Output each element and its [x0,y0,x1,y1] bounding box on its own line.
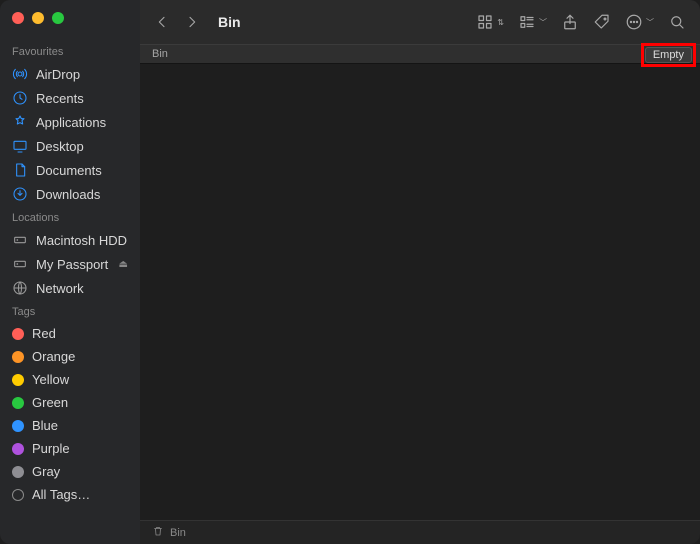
section-tags: Tags [0,300,140,322]
sidebar-item-label: Network [36,281,84,296]
sidebar-item-label: Desktop [36,139,84,154]
close-button[interactable] [12,12,24,24]
sidebar-tag-blue[interactable]: Blue [0,414,140,437]
sidebar-item-applications[interactable]: Applications [0,110,140,134]
eject-icon[interactable]: ⏏ [119,259,128,270]
sidebar-item-label: Applications [36,115,106,130]
sidebar-item-network[interactable]: Network [0,276,140,300]
drive-icon [12,256,28,272]
sidebar-tag-gray[interactable]: Gray [0,460,140,483]
forward-button[interactable] [182,12,202,32]
download-icon [12,186,28,202]
action-menu-button[interactable]: ﹀ [623,11,656,33]
section-favourites: Favourites [0,40,140,62]
sidebar-tag-green[interactable]: Green [0,391,140,414]
sidebar-item-documents[interactable]: Documents [0,158,140,182]
tag-dot-icon [12,466,24,478]
group-button[interactable]: ﹀ [516,11,549,33]
header-title: Bin [152,48,168,60]
sidebar-item-recents[interactable]: Recents [0,86,140,110]
back-button[interactable] [152,12,172,32]
fullscreen-button[interactable] [52,12,64,24]
sidebar-item-label: Red [32,326,56,341]
sidebar-item-macintosh-hdd[interactable]: Macintosh HDD [0,228,140,252]
main-pane: Bin ⇅ ﹀ ﹀ Bin Empty Bin [140,0,700,544]
clock-icon [12,90,28,106]
sidebar-item-label: Orange [32,349,75,364]
sidebar-item-label: AirDrop [36,67,80,82]
sidebar-item-label: Purple [32,441,70,456]
tag-dot-icon [12,443,24,455]
document-icon [12,162,28,178]
sidebar-item-my-passport[interactable]: My Passport ⏏ [0,252,140,276]
desktop-icon [12,138,28,154]
trash-icon [152,525,164,540]
file-list[interactable] [140,64,700,520]
chevron-updown-icon: ⇅ [497,18,504,27]
search-button[interactable] [666,11,688,33]
globe-icon [12,280,28,296]
highlight-box: Empty [641,43,696,67]
toolbar: Bin ⇅ ﹀ ﹀ [140,0,700,44]
sidebar-item-label: Blue [32,418,58,433]
sidebar-tag-orange[interactable]: Orange [0,345,140,368]
minimize-button[interactable] [32,12,44,24]
window-title: Bin [218,14,241,30]
sidebar: Favourites AirDrop Recents Applications … [0,0,140,544]
airdrop-icon [12,66,28,82]
sidebar-item-label: My Passport [36,257,108,272]
all-tags-icon [12,489,24,501]
tag-dot-icon [12,397,24,409]
tag-dot-icon [12,328,24,340]
sidebar-item-label: Gray [32,464,60,479]
sidebar-item-label: Recents [36,91,84,106]
sidebar-tag-red[interactable]: Red [0,322,140,345]
sidebar-item-label: Downloads [36,187,100,202]
empty-bin-button[interactable]: Empty [645,47,692,63]
sidebar-item-downloads[interactable]: Downloads [0,182,140,206]
finder-window: Favourites AirDrop Recents Applications … [0,0,700,544]
share-button[interactable] [559,11,581,33]
sidebar-item-label: All Tags… [32,487,90,502]
drive-icon [12,232,28,248]
sidebar-item-label: Green [32,395,68,410]
path-bar[interactable]: Bin [140,520,700,544]
sidebar-item-desktop[interactable]: Desktop [0,134,140,158]
sidebar-item-airdrop[interactable]: AirDrop [0,62,140,86]
sidebar-tag-purple[interactable]: Purple [0,437,140,460]
window-controls [0,12,140,40]
applications-icon [12,114,28,130]
tag-dot-icon [12,351,24,363]
tag-dot-icon [12,374,24,386]
sidebar-item-label: Yellow [32,372,69,387]
section-locations: Locations [0,206,140,228]
view-mode-button[interactable]: ⇅ [474,11,506,33]
sidebar-item-label: Macintosh HDD [36,233,127,248]
sidebar-tag-yellow[interactable]: Yellow [0,368,140,391]
sidebar-item-label: Documents [36,163,102,178]
path-label: Bin [170,527,186,539]
chevron-down-icon: ﹀ [646,17,654,28]
tag-dot-icon [12,420,24,432]
header-bar: Bin Empty [140,44,700,64]
sidebar-all-tags[interactable]: All Tags… [0,483,140,506]
chevron-down-icon: ﹀ [539,17,547,28]
tags-button[interactable] [591,11,613,33]
